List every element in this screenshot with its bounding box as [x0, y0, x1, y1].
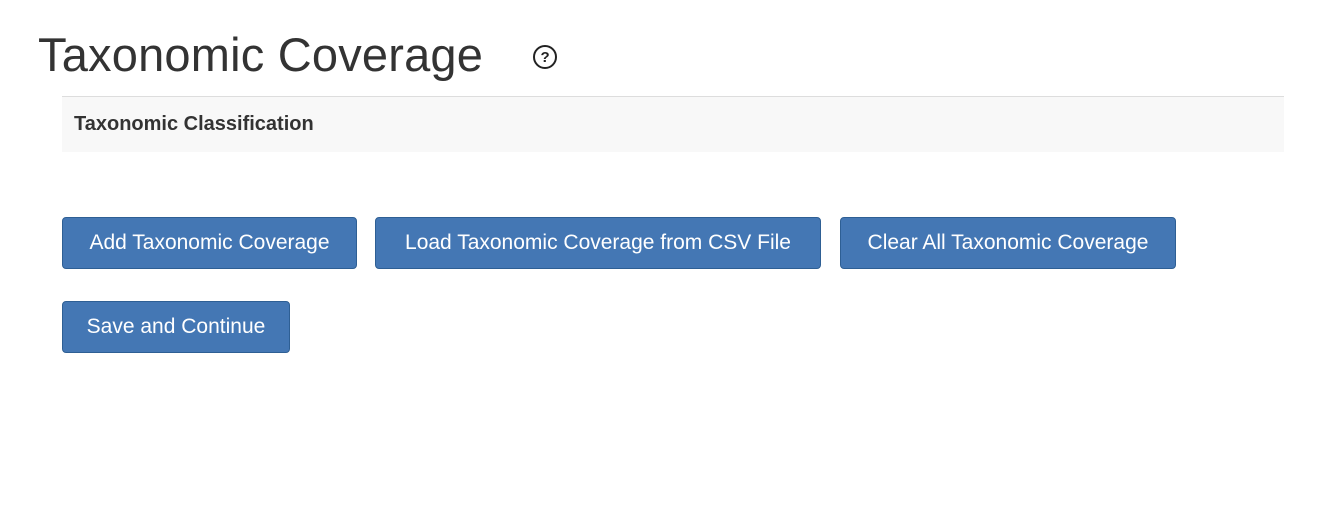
load-csv-button[interactable]: Load Taxonomic Coverage from CSV File	[375, 217, 821, 269]
title-row: Taxonomic Coverage ?	[38, 26, 558, 84]
section-title: Taxonomic Classification	[74, 113, 314, 135]
taxonomic-classification-header: Taxonomic Classification	[62, 96, 1284, 152]
help-icon[interactable]: ?	[533, 45, 558, 69]
clear-all-coverage-button[interactable]: Clear All Taxonomic Coverage	[840, 217, 1176, 269]
save-and-continue-button[interactable]: Save and Continue	[62, 301, 290, 353]
add-taxonomic-coverage-button[interactable]: Add Taxonomic Coverage	[62, 217, 357, 269]
page: Taxonomic Coverage ? Taxonomic Classific…	[0, 0, 1340, 530]
page-title: Taxonomic Coverage	[38, 28, 484, 81]
